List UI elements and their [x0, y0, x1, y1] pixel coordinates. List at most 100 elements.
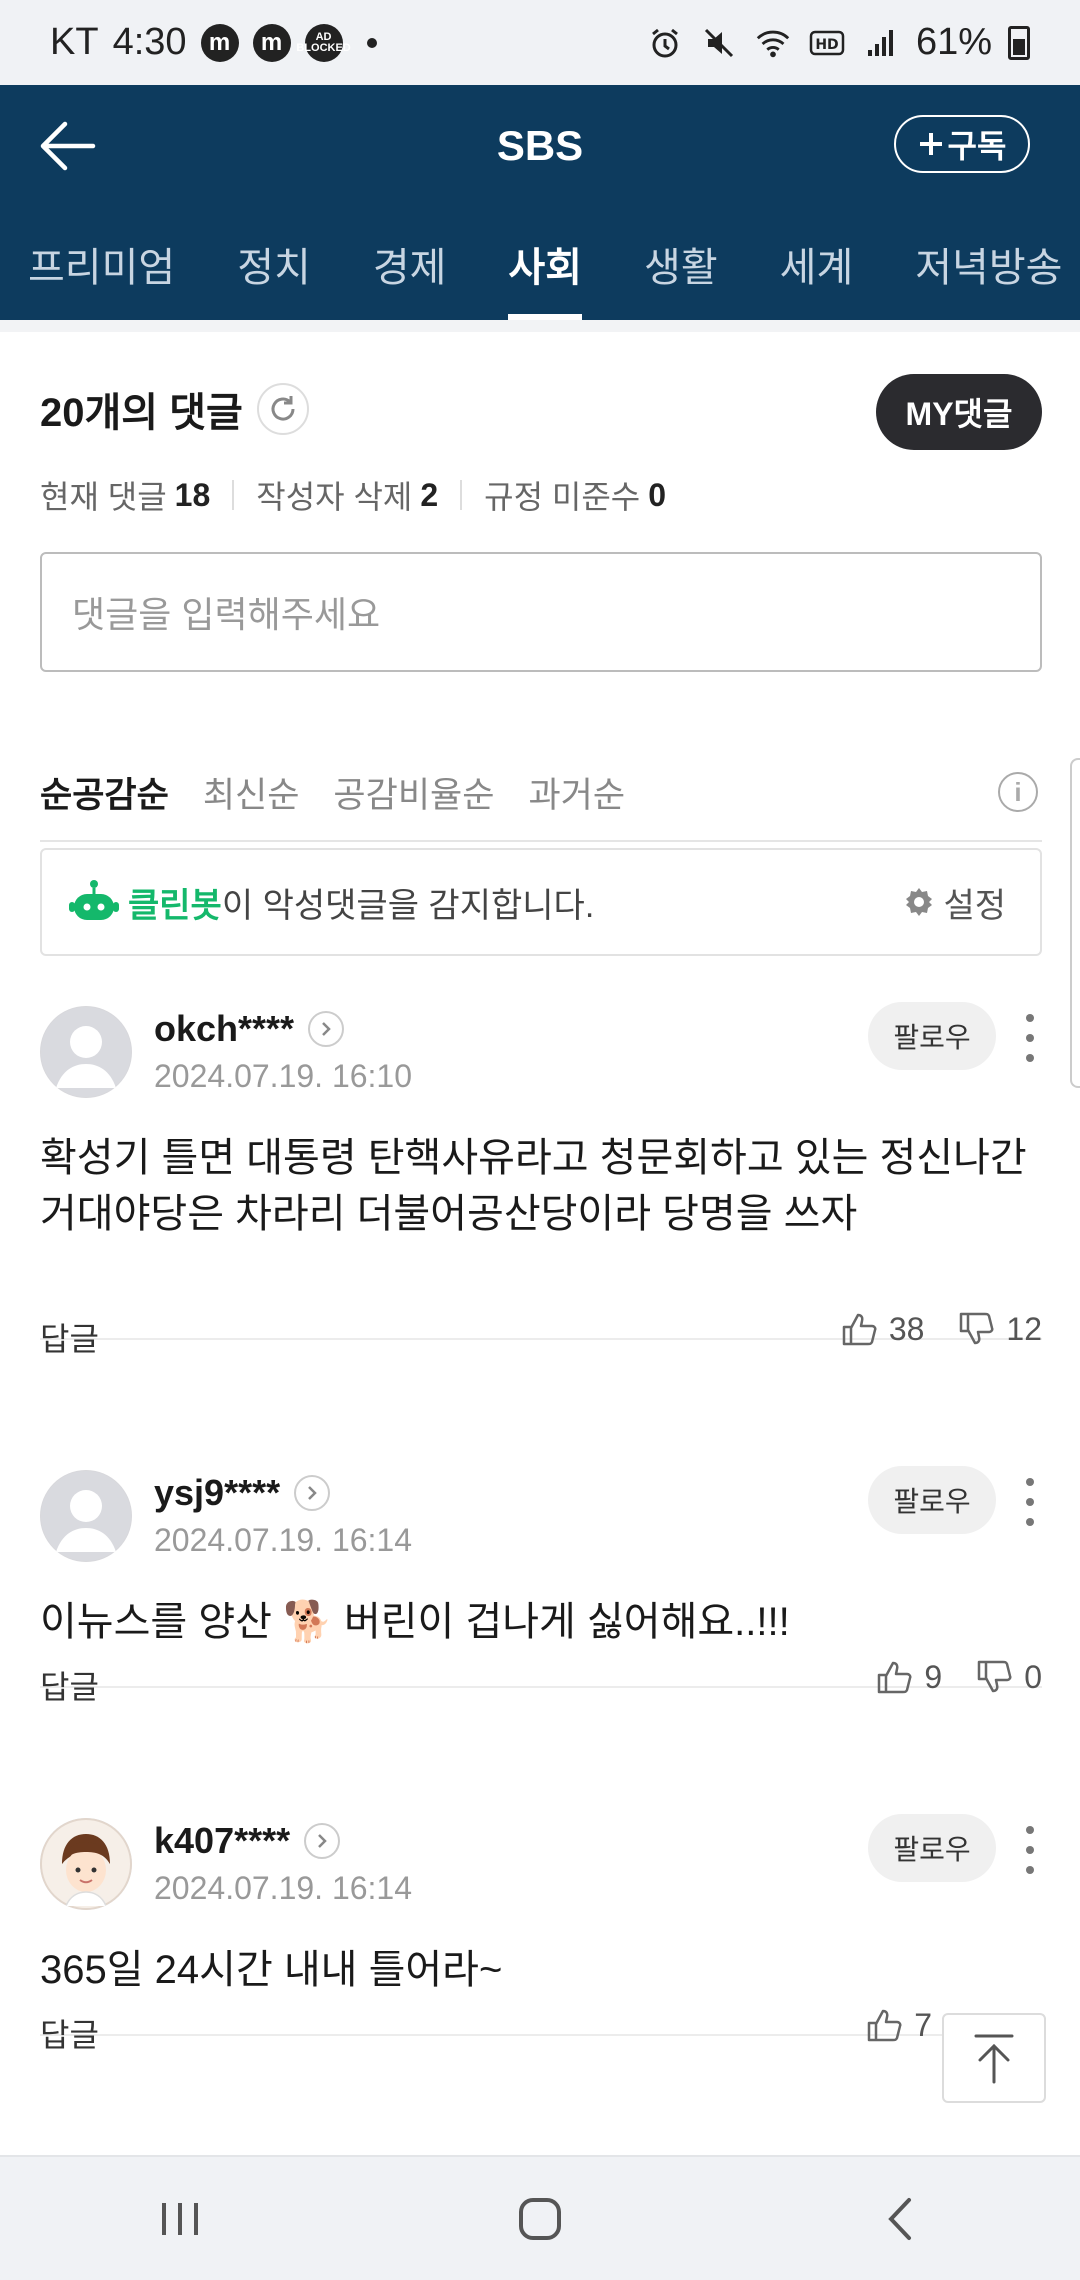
arrow-left-icon — [40, 121, 96, 171]
comment-count-row: 20개의 댓글 — [40, 380, 309, 438]
cleanbot-banner: 클린봇 이 악성댓글을 감지합니다. 설정 — [40, 848, 1042, 956]
cleanbot-message: 이 악성댓글을 감지합니다. — [221, 886, 595, 925]
like-count: 7 — [914, 2006, 932, 2043]
settings-label: 설정 — [943, 886, 1006, 925]
status-bar: KT 4:30 m m AD BLOCKED HD 61% — [0, 0, 1080, 85]
reply-button[interactable]: 답글 — [40, 2010, 99, 2056]
mute-icon — [700, 24, 738, 62]
like-button[interactable]: 9 — [876, 1658, 942, 1696]
sort-by-latest[interactable]: 최신순 — [203, 767, 300, 818]
subscribe-button[interactable]: 구독 — [894, 115, 1030, 173]
thumbs-down-icon — [960, 1312, 994, 1345]
scrollbar[interactable] — [1070, 758, 1080, 1088]
comment-author[interactable]: k407**** — [154, 1820, 341, 1862]
sort-by-like-ratio[interactable]: 공감비율순 — [333, 767, 494, 818]
like-count: 9 — [924, 1658, 943, 1695]
comment-stats: 현재 댓글 18 작성자 삭제 2 규정 미준수 0 — [40, 472, 666, 518]
home-icon — [519, 2197, 561, 2240]
comment-item: okch**** 2024.07.19. 16:10 팔로우 확성기 틀면 대통… — [40, 1002, 1042, 1357]
tab-evening-news[interactable]: 저녁방송 — [915, 207, 1062, 320]
stat-label: 현재 댓글 — [40, 479, 167, 515]
thumbs-up-icon — [867, 2009, 902, 2042]
tab-world[interactable]: 세계 — [780, 207, 854, 320]
info-icon[interactable]: i — [998, 772, 1038, 812]
tab-economy[interactable]: 경제 — [373, 207, 447, 320]
cleanbot-brand: 클린봇 — [128, 886, 222, 925]
vote-buttons: 9 0 — [842, 1658, 1042, 1696]
author-name: okch**** — [154, 1008, 295, 1049]
svg-text:HD: HD — [815, 37, 838, 53]
like-button[interactable]: 38 — [841, 1310, 925, 1348]
carrier: KT — [50, 21, 99, 63]
plus-icon — [919, 133, 942, 155]
like-button[interactable]: 7 — [866, 2006, 932, 2044]
avatar[interactable] — [40, 1006, 132, 1098]
scroll-to-top-button[interactable] — [942, 2013, 1046, 2103]
follow-button[interactable]: 팔로우 — [868, 1814, 996, 1882]
avatar[interactable] — [40, 1470, 132, 1562]
sort-by-likes[interactable]: 순공감순 — [40, 767, 169, 818]
robot-icon — [69, 880, 119, 920]
chevron-right-icon[interactable] — [308, 1011, 345, 1047]
stat-value: 2 — [420, 476, 439, 513]
avatar[interactable] — [40, 1818, 132, 1910]
comment-date: 2024.07.19. 16:14 — [154, 1870, 413, 1906]
thumbs-up-icon — [878, 1661, 912, 1694]
chevron-right-icon[interactable] — [294, 1475, 331, 1511]
comment-date: 2024.07.19. 16:10 — [154, 1058, 413, 1094]
home-button[interactable] — [480, 2179, 600, 2259]
system-back-button[interactable] — [840, 2179, 960, 2259]
reply-button[interactable]: 답글 — [40, 1662, 99, 1708]
app-m-badge: m — [252, 23, 291, 62]
stat-label: 규정 미준수 — [484, 479, 641, 515]
tab-society[interactable]: 사회 — [508, 207, 582, 320]
alarm-icon — [646, 24, 684, 62]
comment-input[interactable]: 댓글을 입력해주세요 — [40, 552, 1042, 672]
adblock-badge: AD BLOCKED — [296, 23, 351, 62]
follow-button[interactable]: 팔로우 — [868, 1466, 996, 1534]
cleanbot-settings-button[interactable]: 설정 — [903, 878, 1006, 927]
chevron-right-icon[interactable] — [304, 1823, 341, 1859]
comment-author[interactable]: ysj9**** — [154, 1472, 331, 1514]
thumbs-up-icon — [842, 1313, 877, 1346]
divider — [232, 480, 235, 510]
dislike-button[interactable]: 0 — [976, 1658, 1042, 1696]
wifi-icon — [754, 24, 792, 62]
more-options-icon[interactable] — [1018, 1826, 1042, 1874]
like-count: 38 — [888, 1310, 925, 1347]
comments-panel: 20개의 댓글 MY댓글 현재 댓글 18 작성자 삭제 2 규정 미준수 0 … — [0, 320, 1080, 2155]
dislike-count: 12 — [1006, 1310, 1042, 1347]
reply-button[interactable]: 답글 — [40, 1314, 99, 1360]
clock: 4:30 — [112, 21, 187, 63]
subscribe-label: 구독 — [947, 128, 1007, 164]
vote-buttons: 7 — [832, 2006, 932, 2044]
recent-apps-icon — [162, 2202, 198, 2235]
back-button[interactable] — [34, 115, 100, 177]
notification-dot — [366, 37, 377, 48]
thumbs-down-icon — [977, 1660, 1012, 1693]
more-options-icon[interactable] — [1018, 1014, 1042, 1062]
tab-life[interactable]: 생활 — [644, 207, 718, 320]
stat-label: 작성자 삭제 — [256, 479, 413, 515]
stat-value: 0 — [648, 476, 667, 513]
sort-by-oldest[interactable]: 과거순 — [528, 767, 625, 818]
stat-value: 18 — [174, 476, 211, 513]
tab-premium[interactable]: 프리미엄 — [28, 207, 175, 320]
tab-politics[interactable]: 정치 — [237, 207, 311, 320]
follow-button[interactable]: 팔로우 — [868, 1002, 996, 1070]
app-m-badge: m — [200, 23, 239, 62]
dislike-button[interactable]: 12 — [958, 1310, 1042, 1348]
dislike-count: 0 — [1024, 1658, 1042, 1695]
author-name: k407**** — [154, 1820, 291, 1861]
recent-apps-button[interactable] — [120, 2179, 240, 2259]
refresh-button[interactable] — [256, 383, 309, 435]
comment-author[interactable]: okch**** — [154, 1008, 345, 1050]
author-name: ysj9**** — [154, 1472, 281, 1513]
chevron-left-icon — [888, 2197, 911, 2240]
sort-options: 순공감순 최신순 공감비율순 과거순 i — [40, 744, 1042, 842]
more-options-icon[interactable] — [1018, 1478, 1042, 1526]
my-comments-button[interactable]: MY댓글 — [876, 374, 1042, 450]
vote-buttons: 38 12 — [807, 1310, 1042, 1348]
gear-icon — [906, 888, 933, 916]
comment-date: 2024.07.19. 16:14 — [154, 1522, 413, 1558]
